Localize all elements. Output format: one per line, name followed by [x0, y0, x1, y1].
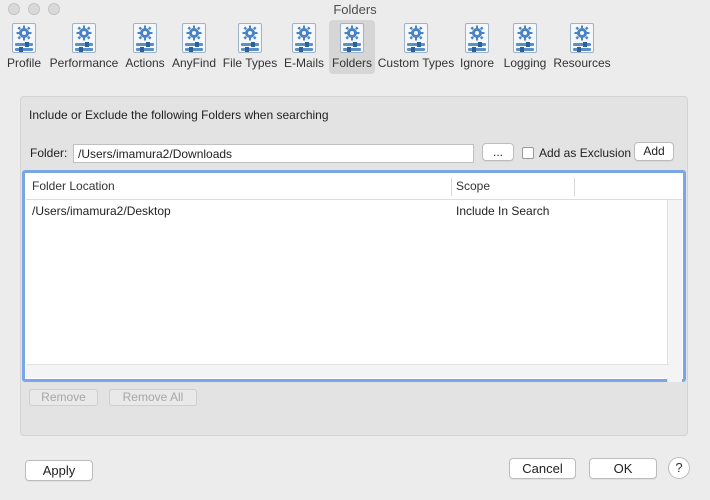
settings-doc-icon [402, 22, 430, 54]
cell-folder-location: /Users/imamura2/Desktop [32, 204, 171, 218]
settings-doc-icon [568, 22, 596, 54]
toolbar-item-label: AnyFind [171, 56, 217, 70]
remove-button[interactable]: Remove [29, 389, 98, 406]
horizontal-scrollbar[interactable] [26, 364, 669, 378]
vertical-scrollbar[interactable] [667, 200, 682, 382]
toolbar-item-file-types[interactable]: File Types [222, 20, 278, 74]
apply-button[interactable]: Apply [25, 460, 93, 481]
settings-doc-icon [511, 22, 539, 54]
window-title: Folders [333, 2, 377, 17]
toolbar-item-actions[interactable]: Actions [124, 20, 166, 74]
browse-button[interactable]: ... [482, 143, 514, 161]
remove-all-button[interactable]: Remove All [109, 389, 197, 406]
ok-button[interactable]: OK [589, 458, 657, 479]
column-divider [451, 178, 452, 196]
folders-table[interactable]: Folder Location Scope /Users/imamura2/De… [22, 170, 686, 382]
folders-preferences-window: Folders Profile Performance Actions AnyFind… [0, 0, 710, 500]
toolbar-item-e-mails[interactable]: E-Mails [283, 20, 325, 74]
toolbar-item-performance[interactable]: Performance [49, 20, 119, 74]
add-as-exclusion-label: Add as Exclusion [539, 146, 632, 160]
cell-scope: Include In Search [456, 204, 550, 218]
add-as-exclusion-checkbox[interactable] [522, 147, 534, 159]
toolbar-item-folders[interactable]: Folders [329, 20, 375, 74]
toolbar-item-label: E-Mails [283, 56, 324, 70]
toolbar-item-resources[interactable]: Resources [553, 20, 611, 74]
settings-doc-icon [338, 22, 366, 54]
toolbar-item-label: Custom Types [377, 56, 455, 70]
settings-doc-icon [290, 22, 318, 54]
toolbar-item-custom-types[interactable]: Custom Types [377, 20, 455, 74]
settings-doc-icon [131, 22, 159, 54]
column-header-scope[interactable]: Scope [456, 179, 490, 193]
toolbar-item-label: Logging [503, 56, 547, 70]
toolbar-item-label: Performance [49, 56, 119, 70]
folder-label: Folder: [30, 146, 68, 160]
title-bar: Folders [0, 0, 710, 18]
cancel-button[interactable]: Cancel [509, 458, 576, 479]
settings-doc-icon [70, 22, 98, 54]
toolbar-item-label: File Types [222, 56, 278, 70]
toolbar-item-label: Actions [125, 56, 165, 70]
help-button[interactable]: ? [668, 457, 690, 479]
toolbar-item-profile[interactable]: Profile [6, 20, 42, 74]
toolbar-item-label: Profile [6, 56, 41, 70]
add-button[interactable]: Add [634, 142, 674, 161]
toolbar-item-ignore[interactable]: Ignore [459, 20, 495, 74]
toolbar-item-label: Resources [553, 56, 611, 70]
table-row[interactable]: /Users/imamura2/Desktop Include In Searc… [26, 201, 666, 221]
toolbar-item-anyfind[interactable]: AnyFind [170, 20, 218, 74]
table-header: Folder Location Scope [26, 174, 682, 200]
preferences-toolbar: Profile Performance Actions AnyFind File Typ… [0, 20, 710, 74]
panel-heading: Include or Exclude the following Folders… [29, 108, 329, 122]
column-divider [574, 178, 575, 196]
toolbar-item-logging[interactable]: Logging [502, 20, 548, 74]
toolbar-item-label: Folders [331, 56, 372, 70]
settings-doc-icon [10, 22, 38, 54]
settings-doc-icon [236, 22, 264, 54]
toolbar-item-label: Ignore [459, 56, 495, 70]
column-header-folder-location[interactable]: Folder Location [32, 179, 115, 193]
settings-doc-icon [463, 22, 491, 54]
settings-doc-icon [180, 22, 208, 54]
folder-path-input[interactable] [73, 144, 474, 163]
